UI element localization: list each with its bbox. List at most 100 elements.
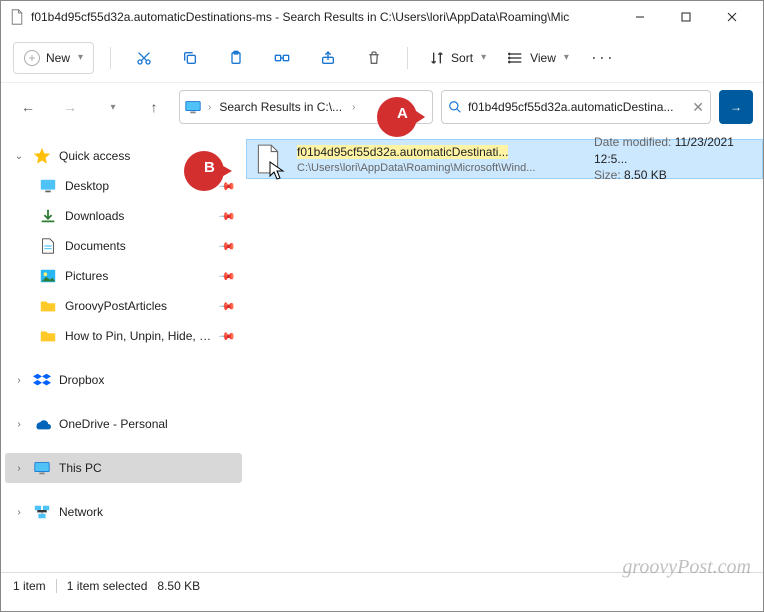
- view-icon: [508, 50, 524, 66]
- search-result-item[interactable]: f01b4d95cf55d32a.automaticDestinati... C…: [246, 139, 763, 179]
- pc-icon: [33, 459, 51, 477]
- title-bar: f01b4d95cf55d32a.automaticDestinations-m…: [1, 1, 763, 33]
- rename-button[interactable]: [265, 41, 299, 75]
- sidebar-item-dropbox[interactable]: › Dropbox: [5, 365, 242, 395]
- new-label: New: [46, 51, 70, 65]
- view-label: View: [530, 51, 556, 65]
- new-button[interactable]: + New ▾: [13, 42, 94, 74]
- cut-button[interactable]: [127, 41, 161, 75]
- download-icon: [39, 207, 57, 225]
- window-controls: [617, 1, 755, 33]
- navigation-pane: ⌄ Quick access Desktop 📌 Downloads 📌 Doc…: [1, 131, 246, 572]
- delete-button[interactable]: [357, 41, 391, 75]
- sidebar-item-folder[interactable]: GroovyPostArticles 📌: [5, 291, 242, 321]
- view-button[interactable]: View ▾: [503, 41, 574, 75]
- sidebar-item-network[interactable]: › Network: [5, 497, 242, 527]
- dropbox-icon: [33, 371, 51, 389]
- sidebar-label: Pictures: [65, 269, 212, 283]
- sidebar-item-folder[interactable]: How to Pin, Unpin, Hide, and 📌: [5, 321, 242, 351]
- chevron-down-icon: ▾: [78, 52, 83, 63]
- pc-icon: [184, 98, 202, 116]
- pin-icon: 📌: [218, 207, 237, 226]
- file-name: f01b4d95cf55d32a.automaticDestinati...: [297, 145, 508, 159]
- sidebar-item-this-pc[interactable]: › This PC: [5, 453, 242, 483]
- file-icon: [9, 9, 25, 25]
- chevron-right-icon: ›: [13, 375, 25, 386]
- sidebar-label: Dropbox: [59, 373, 234, 387]
- sidebar-item-onedrive[interactable]: › OneDrive - Personal: [5, 409, 242, 439]
- sidebar-label: Network: [59, 505, 234, 519]
- pin-icon: 📌: [218, 297, 237, 316]
- copy-button[interactable]: [173, 41, 207, 75]
- minimize-button[interactable]: [617, 1, 663, 33]
- separator: [56, 579, 57, 593]
- sidebar-item-pictures[interactable]: Pictures 📌: [5, 261, 242, 291]
- pin-icon: 📌: [218, 327, 237, 346]
- close-button[interactable]: [709, 1, 755, 33]
- cursor-icon: [269, 161, 285, 181]
- sidebar-label: Downloads: [65, 209, 212, 223]
- file-path: C:\Users\lori\AppData\Roaming\Microsoft\…: [297, 162, 584, 174]
- sort-icon: [429, 50, 445, 66]
- maximize-button[interactable]: [663, 1, 709, 33]
- chevron-down-icon: ⌄: [13, 151, 25, 162]
- share-button[interactable]: [311, 41, 345, 75]
- address-segment[interactable]: Search Results in C:\...: [215, 98, 346, 116]
- paste-button[interactable]: [219, 41, 253, 75]
- body: ⌄ Quick access Desktop 📌 Downloads 📌 Doc…: [1, 131, 763, 573]
- desktop-icon: [39, 177, 57, 195]
- back-button[interactable]: ←: [11, 90, 45, 124]
- chevron-right-icon: ›: [352, 102, 355, 113]
- plus-icon: +: [24, 50, 40, 66]
- sidebar-label: How to Pin, Unpin, Hide, and: [65, 329, 212, 343]
- file-meta: Date modified: 11/23/2021 12:5... Size: …: [594, 134, 754, 184]
- forward-button[interactable]: →: [53, 90, 87, 124]
- star-icon: [33, 147, 51, 165]
- watermark: groovyPost.com: [622, 556, 751, 579]
- onedrive-icon: [33, 415, 51, 433]
- window-title: f01b4d95cf55d32a.automaticDestinations-m…: [31, 10, 617, 24]
- search-input[interactable]: [468, 100, 686, 114]
- clear-search-button[interactable]: ✕: [692, 99, 704, 116]
- date-label: Date modified:: [594, 135, 671, 149]
- sidebar-label: GroovyPostArticles: [65, 299, 212, 313]
- chevron-right-icon: ›: [13, 419, 25, 430]
- chevron-right-icon: ›: [13, 463, 25, 474]
- size-label: Size:: [594, 168, 621, 182]
- recent-button[interactable]: ▾: [95, 90, 129, 124]
- chevron-right-icon: ›: [208, 102, 211, 113]
- folder-icon: [39, 297, 57, 315]
- callout-b: B: [184, 147, 232, 195]
- selection-size: 8.50 KB: [157, 579, 200, 593]
- chevron-down-icon: ▾: [564, 52, 569, 63]
- separator: [407, 47, 408, 69]
- sidebar-label: OneDrive - Personal: [59, 417, 234, 431]
- pin-icon: 📌: [218, 237, 237, 256]
- folder-icon: [39, 327, 57, 345]
- sidebar-item-downloads[interactable]: Downloads 📌: [5, 201, 242, 231]
- sort-button[interactable]: Sort ▾: [424, 41, 491, 75]
- search-icon: [448, 100, 462, 114]
- callout-a: A: [377, 93, 425, 141]
- more-button[interactable]: ···: [586, 41, 620, 75]
- document-icon: [39, 237, 57, 255]
- chevron-down-icon: ▾: [481, 52, 486, 63]
- file-info: f01b4d95cf55d32a.automaticDestinati... C…: [297, 145, 584, 174]
- size-value: 8.50 KB: [624, 168, 667, 182]
- item-count: 1 item: [13, 579, 46, 593]
- network-icon: [33, 503, 51, 521]
- sidebar-item-documents[interactable]: Documents 📌: [5, 231, 242, 261]
- selection-count: 1 item selected: [67, 579, 148, 593]
- picture-icon: [39, 267, 57, 285]
- callout-label: B: [204, 159, 215, 176]
- chevron-right-icon: ›: [13, 507, 25, 518]
- pin-icon: 📌: [218, 267, 237, 286]
- sidebar-label: Documents: [65, 239, 212, 253]
- separator: [110, 47, 111, 69]
- go-button[interactable]: →: [719, 90, 753, 124]
- toolbar: + New ▾ Sort ▾ View ▾ ···: [1, 33, 763, 83]
- search-box[interactable]: ✕: [441, 90, 711, 124]
- results-pane: f01b4d95cf55d32a.automaticDestinati... C…: [246, 131, 763, 572]
- up-button[interactable]: ↑: [137, 90, 171, 124]
- callout-label: A: [397, 105, 408, 122]
